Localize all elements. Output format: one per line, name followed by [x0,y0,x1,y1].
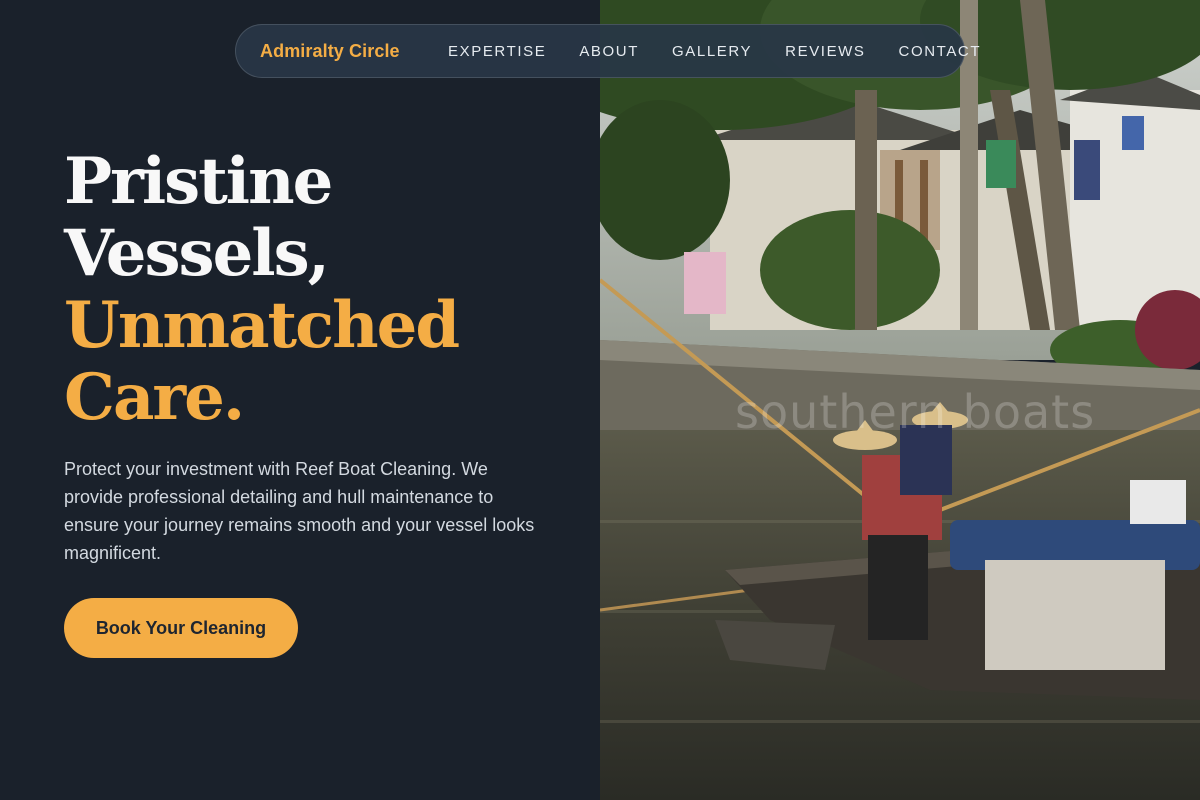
nav-item-gallery[interactable]: GALLERY [672,43,752,60]
hero-photo: southern boats [600,0,1200,800]
nav-item-contact[interactable]: CONTACT [899,43,982,60]
hero-description: Protect your investment with Reef Boat C… [64,459,535,563]
book-cleaning-button[interactable]: Book Your Cleaning [64,598,298,658]
photo-watermark: southern boats [735,385,1096,439]
nav-menu: EXPERTISE ABOUT GALLERY REVIEWS CONTACT [448,25,1014,77]
nav-item-about[interactable]: ABOUT [579,43,639,60]
headline-line-2: Vessels, [64,216,330,291]
nav-item-expertise[interactable]: EXPERTISE [448,43,546,60]
nav-item-reviews[interactable]: REVIEWS [785,43,865,60]
hero-headline: Pristine Vessels, Unmatched Care. [64,146,584,434]
headline-line-3: Unmatched [64,288,460,363]
brand-logo-link[interactable]: Admiralty Circle [260,41,400,62]
headline-line-4: Care. [64,360,245,435]
headline-line-1: Pristine [64,144,333,219]
hero-headline-block: Pristine Vessels, Unmatched Care. [64,146,584,434]
top-navigation: Admiralty Circle EXPERTISE ABOUT GALLERY… [235,24,980,78]
